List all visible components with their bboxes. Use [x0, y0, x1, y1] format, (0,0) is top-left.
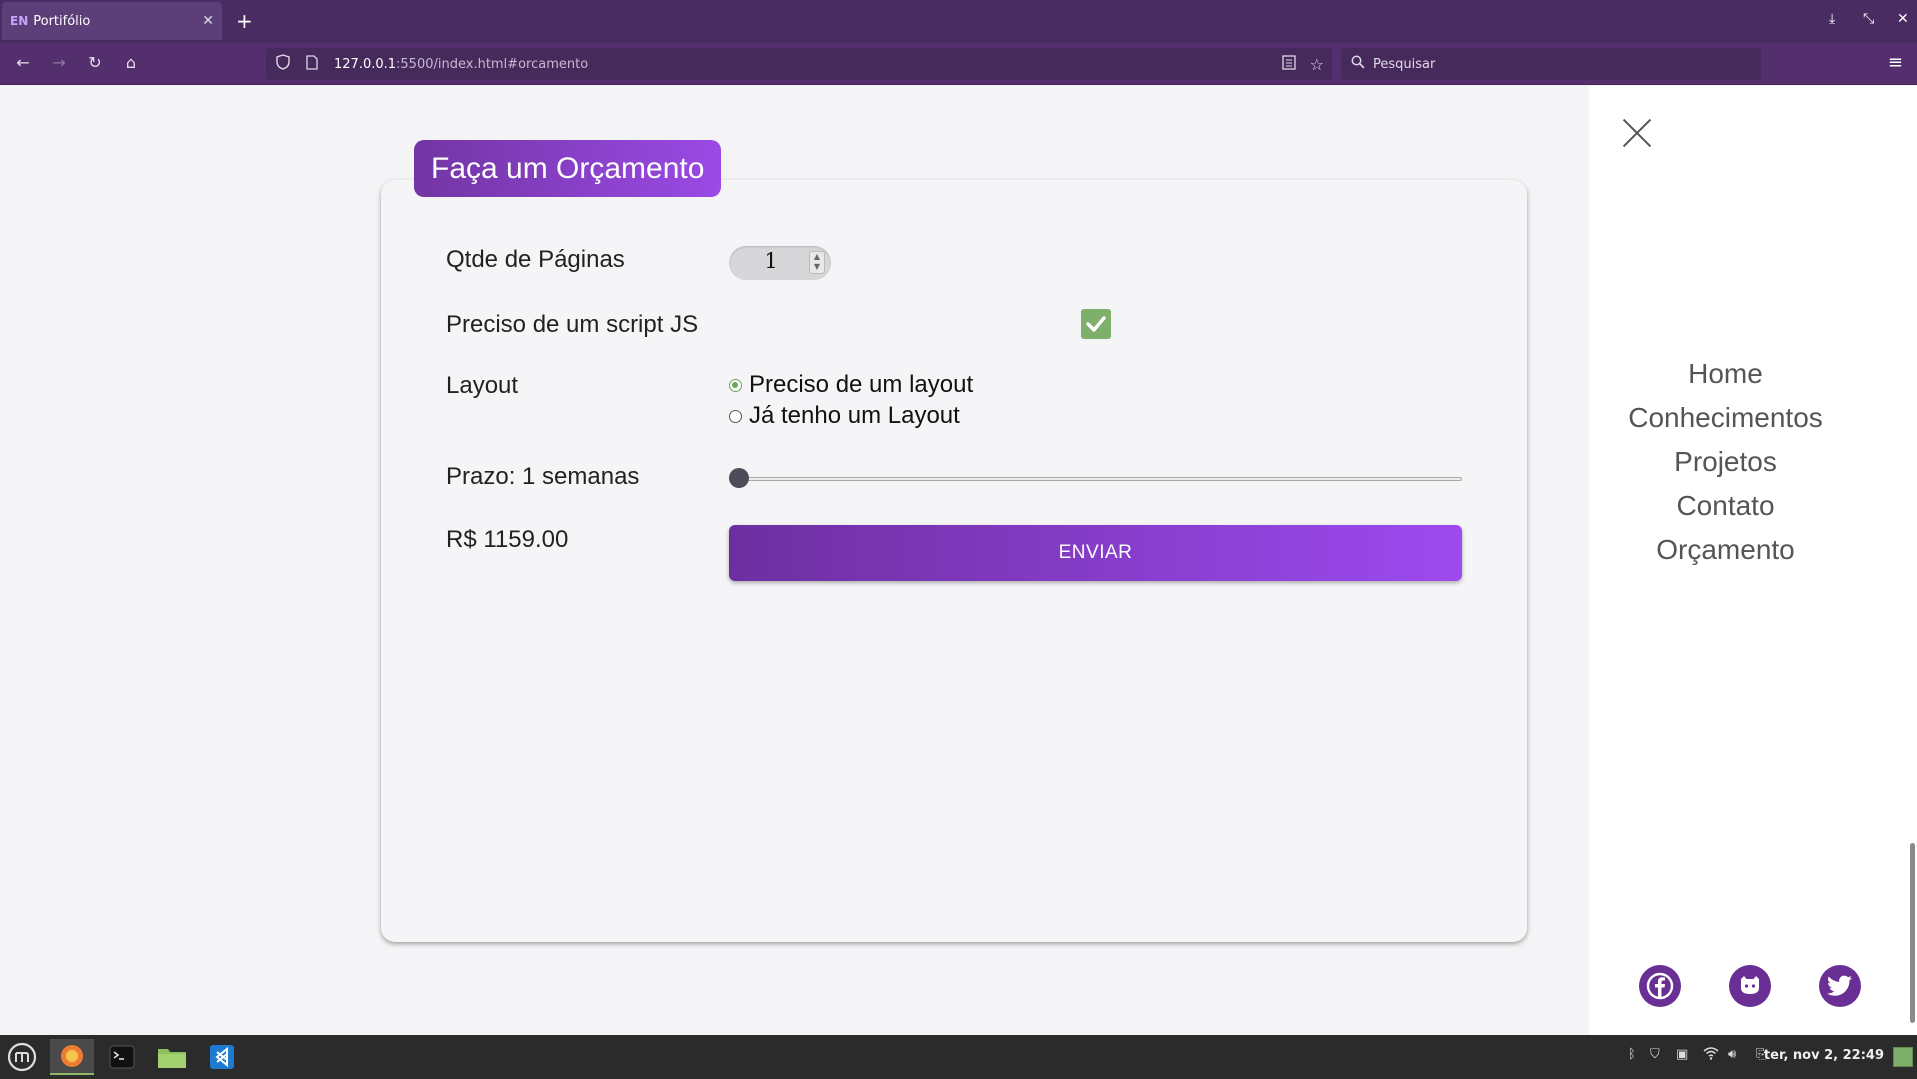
show-desktop-icon[interactable]	[1893, 1047, 1913, 1067]
browser-tab-bar: EN Portifólio ✕ + ⤓ ⤡ ✕	[0, 0, 1917, 43]
url-bar[interactable]: 127.0.0.1:5500/index.html#orcamento ☆	[266, 48, 1332, 80]
search-icon	[1351, 55, 1365, 73]
layout-option-label: Já tenho um Layout	[749, 402, 960, 429]
wifi-icon[interactable]	[1703, 1047, 1719, 1064]
page-scrollbar[interactable]	[1910, 843, 1915, 1023]
page-info-icon[interactable]	[306, 54, 320, 74]
browser-nav-bar: ← → ↻ ⌂ 127.0.0.1:5500/index.html#orcame…	[0, 43, 1917, 85]
radio-checked[interactable]	[729, 378, 742, 392]
close-menu-icon[interactable]	[1622, 118, 1652, 148]
send-button[interactable]: ENVIAR	[729, 525, 1462, 581]
script-label: Preciso de um script JS	[446, 311, 699, 338]
deadline-label: Prazo: 1 semanas	[446, 463, 640, 490]
start-menu-icon[interactable]	[0, 1039, 44, 1075]
facebook-icon[interactable]	[1639, 965, 1681, 1007]
form-title: Faça um Orçamento	[414, 140, 722, 197]
os-taskbar: ᛒ ⛉ ▣ 🔊︎ ⎘ ter, nov 2, 22:49	[0, 1035, 1917, 1079]
bookmark-star-icon[interactable]: ☆	[1310, 55, 1324, 74]
layout-label: Layout	[446, 372, 519, 399]
update-icon[interactable]: ▣	[1676, 1047, 1688, 1062]
tab-title: Portifólio	[33, 13, 91, 29]
menu-link-home[interactable]: Home	[1589, 352, 1862, 396]
layout-option-need[interactable]: Preciso de um layout	[729, 371, 973, 399]
twitter-icon[interactable]	[1819, 965, 1861, 1007]
tab-close-icon[interactable]: ✕	[202, 13, 214, 29]
restore-window-icon[interactable]: ⤡	[1863, 11, 1874, 27]
menu-link-orcamento[interactable]: Orçamento	[1589, 528, 1862, 572]
search-placeholder: Pesquisar	[1373, 56, 1436, 72]
layout-option-label: Preciso de um layout	[749, 371, 974, 398]
browser-tab[interactable]: EN Portifólio ✕	[2, 2, 222, 40]
download-icon[interactable]: ⤓	[1829, 11, 1835, 27]
files-taskbar-icon[interactable]	[150, 1039, 194, 1075]
reader-view-icon[interactable]	[1282, 54, 1296, 74]
pages-value: 1	[764, 249, 778, 273]
pages-label: Qtde de Páginas	[446, 246, 625, 273]
deadline-slider-thumb[interactable]	[729, 468, 749, 488]
clock[interactable]: ter, nov 2, 22:49	[1764, 1048, 1884, 1063]
url-host: 127.0.0.1	[334, 56, 397, 72]
menu-link-contato[interactable]: Contato	[1589, 484, 1862, 528]
deadline-slider-track[interactable]	[729, 477, 1462, 481]
back-icon[interactable]: ←	[12, 53, 34, 72]
pages-stepper[interactable]: 1 ▲ ▼	[729, 246, 831, 280]
layout-option-have[interactable]: Já tenho um Layout	[729, 402, 960, 430]
volume-icon[interactable]: 🔊︎	[1728, 1047, 1736, 1062]
vscode-taskbar-icon[interactable]	[200, 1039, 244, 1075]
forward-icon[interactable]: →	[48, 53, 70, 72]
search-input[interactable]: Pesquisar	[1341, 48, 1761, 80]
menu-link-projetos[interactable]: Projetos	[1589, 440, 1862, 484]
terminal-taskbar-icon[interactable]	[100, 1039, 144, 1075]
url-path: :5500/index.html#orcamento	[396, 56, 589, 72]
firefox-taskbar-icon[interactable]	[50, 1039, 94, 1075]
home-icon[interactable]: ⌂	[120, 53, 142, 72]
site-favicon: EN	[10, 14, 29, 28]
shield-tray-icon[interactable]: ⛉	[1650, 1047, 1660, 1062]
side-menu: Home Conhecimentos Projetos Contato Orça…	[1589, 86, 1917, 1035]
page-viewport: Faça um Orçamento Qtde de Páginas 1 ▲ ▼ P…	[0, 86, 1917, 1035]
new-tab-button[interactable]: +	[236, 9, 253, 33]
menu-link-conhecimentos[interactable]: Conhecimentos	[1589, 396, 1862, 440]
reload-icon[interactable]: ↻	[84, 53, 106, 72]
script-checkbox[interactable]	[1081, 309, 1111, 339]
shield-icon[interactable]	[276, 54, 294, 74]
github-icon[interactable]	[1729, 965, 1771, 1007]
price-total: R$ 1159.00	[446, 526, 569, 553]
radio-unchecked[interactable]	[729, 409, 742, 423]
spin-arrows-icon[interactable]: ▲ ▼	[809, 251, 825, 274]
close-window-icon[interactable]: ✕	[1897, 11, 1909, 27]
bluetooth-icon[interactable]: ᛒ	[1628, 1047, 1636, 1062]
hamburger-menu-icon[interactable]: ≡	[1888, 52, 1903, 73]
side-menu-links: Home Conhecimentos Projetos Contato Orça…	[1589, 352, 1862, 572]
